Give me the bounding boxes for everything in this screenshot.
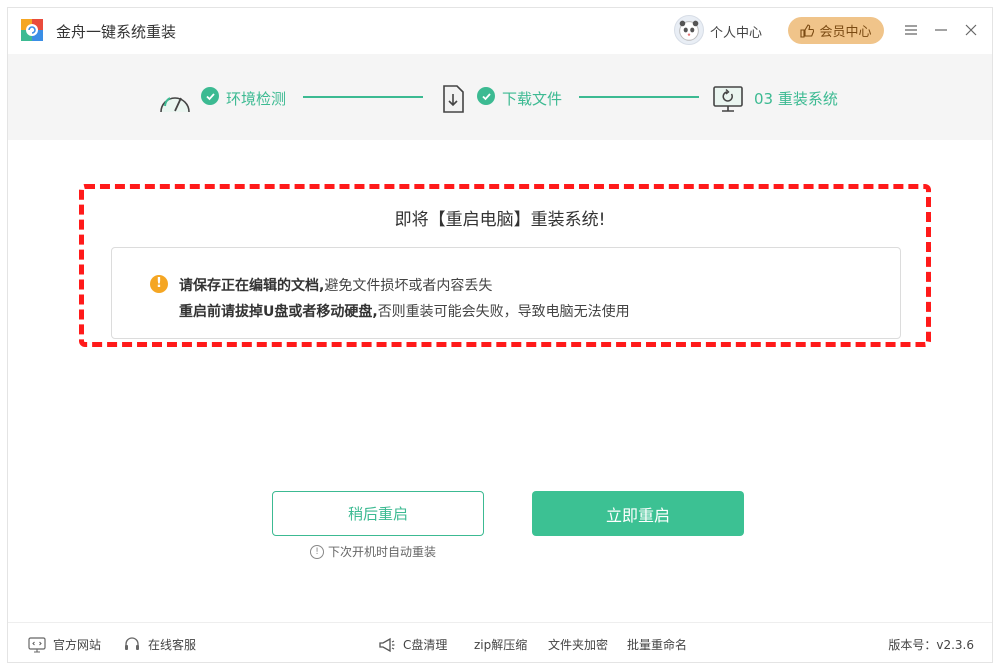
footer-zip-link[interactable]: zip解压缩 [474,636,527,653]
version-label: 版本号：v2.3.6 [888,638,974,652]
tip-save-documents: 请保存正在编辑的文档,避免文件损坏或者内容丢失 [179,275,492,295]
thumbs-up-icon [800,23,815,38]
hamburger-menu-icon [905,25,917,35]
footer: 官方网站 在线客服 C盘清理 zip解压缩 文件夹加密 批量重命名 版本号：v2… [8,622,992,664]
megaphone-icon [379,637,395,652]
tip1-rest: 避免文件损坏或者内容丢失 [324,278,493,294]
user-center-link[interactable]: 个人中心 [710,22,762,41]
footer-service-label: 在线客服 [148,638,197,652]
step-label-download: 下载文件 [502,90,563,108]
restart-now-button[interactable]: 立即重启 [532,491,744,536]
warning-icon: ! [150,275,168,293]
step-connector [303,96,423,98]
close-icon [965,24,977,36]
progress-steps: 环境检测 下载文件 03 重装系统 [8,54,992,140]
menu-button[interactable] [901,20,921,40]
step-connector [579,96,699,98]
tip-remove-usb: 重启前请拔掉U盘或者移动硬盘,否则重装可能会失败，导致电脑无法使用 [179,301,630,321]
step-label-reinstall: 03 重装系统 [754,90,838,108]
restart-later-button[interactable]: 稍后重启 [272,491,484,536]
footer-c-clean-label: C盘清理 [403,638,448,652]
alert-title: 即将【重启电脑】重装系统! [394,210,606,230]
footer-c-clean-link[interactable]: C盘清理 [378,636,447,653]
step2-check-icon [477,87,495,105]
minimize-button[interactable] [931,20,951,40]
tip1-bold: 请保存正在编辑的文档, [179,278,325,294]
close-button[interactable] [961,20,981,40]
tip2-rest: 否则重装可能会失败，导致电脑无法使用 [377,304,630,320]
footer-encrypt-link[interactable]: 文件夹加密 [548,636,608,653]
website-icon [28,636,46,653]
app-title: 金舟一键系统重装 [56,23,177,41]
step1-check-icon [201,87,219,105]
auto-reinstall-hint-text: 下次开机时自动重装 [328,545,437,559]
footer-website-label: 官方网站 [53,638,102,652]
panda-avatar-icon [679,20,699,41]
info-icon: ! [310,544,324,559]
step-label-env-check: 环境检测 [226,90,287,108]
vip-center-label: 会员中心 [819,25,872,40]
monitor-restart-icon [713,86,743,112]
footer-rename-link[interactable]: 批量重命名 [627,636,687,653]
download-file-icon [443,85,464,113]
footer-website-link[interactable]: 官方网站 [28,636,101,653]
app-logo-icon [21,19,43,41]
tip2-bold: 重启前请拔掉U盘或者移动硬盘, [179,304,378,320]
vip-center-button[interactable]: 会员中心 [788,17,884,44]
auto-reinstall-hint: ! 下次开机时自动重装 [310,543,436,560]
minimize-icon [935,29,947,31]
title-bar[interactable]: 金舟一键系统重装 个人中心 会员中心 [8,8,992,54]
gauge-icon [160,97,190,113]
headset-icon [125,636,139,650]
avatar[interactable] [674,15,704,45]
app-window: 金舟一键系统重装 个人中心 会员中心 环境检测 下载文件 03 重装系统 即将【… [7,7,993,663]
footer-service-link[interactable]: 在线客服 [123,636,196,653]
